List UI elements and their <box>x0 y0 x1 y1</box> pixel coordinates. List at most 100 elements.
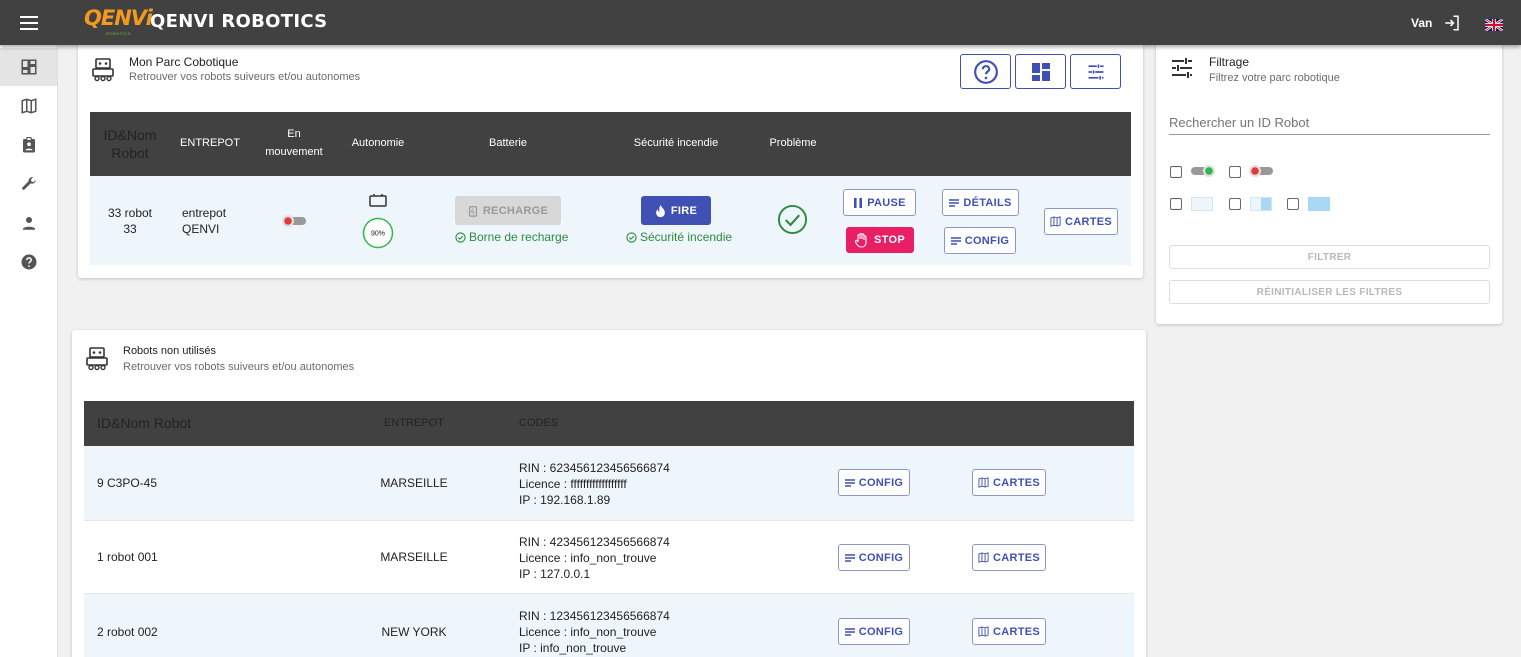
recharge-status-text: Borne de recharge <box>469 230 569 244</box>
moving-off-indicator <box>1249 165 1273 177</box>
unused-name: 2 robot 002 <box>97 625 158 639</box>
robot-entrepot-line1: entrepot <box>182 206 227 220</box>
filter-moving-checkbox[interactable] <box>1170 166 1182 178</box>
nav-profile[interactable] <box>0 204 57 242</box>
unused-col-id: ID&Nom Robot <box>97 415 192 431</box>
map-icon <box>978 626 989 637</box>
filter-title: Filtrage <box>1209 55 1250 69</box>
unused-config-label: CONFIG <box>858 625 904 638</box>
unused-cartes-label: CARTES <box>992 625 1041 638</box>
dashboard-layout-icon <box>1031 62 1050 81</box>
filter-color1-checkbox[interactable] <box>1170 198 1182 210</box>
notes-icon <box>844 627 855 636</box>
unused-name: 1 robot 001 <box>97 550 158 564</box>
unused-config-button[interactable]: CONFIG <box>838 469 910 496</box>
unused-rin: RIN : 123456123456566874 <box>519 609 670 623</box>
color-swatch-mixed <box>1250 197 1272 211</box>
nav-dashboard[interactable] <box>0 48 57 86</box>
layout-button[interactable] <box>1015 54 1066 89</box>
assignment-icon <box>22 136 35 153</box>
unused-title: Robots non utilisés <box>123 345 216 357</box>
unused-codes: RIN : 623456123456566874 Licence : fffff… <box>519 460 670 508</box>
autonomy-value: 90% <box>371 231 385 238</box>
cartes-button[interactable]: CARTES <box>1044 208 1118 235</box>
unused-config-label: CONFIG <box>858 551 904 564</box>
stop-button[interactable]: STOP <box>846 227 914 253</box>
robot-id-line1: 33 robot <box>107 206 153 220</box>
unused-subtitle: Retrouver vos robots suiveurs et/ou auto… <box>123 361 355 373</box>
brand-title: QENVI ROBOTICS <box>150 11 328 32</box>
unused-col-entrepot: ENTREPOT <box>384 417 444 429</box>
cartes-label: CARTES <box>1064 215 1113 228</box>
unused-rin: RIN : 623456123456566874 <box>519 461 670 475</box>
tune-icon <box>1172 58 1192 78</box>
config-button[interactable]: CONFIG <box>944 227 1016 254</box>
wrench-icon <box>21 177 36 190</box>
filter-color2-checkbox[interactable] <box>1229 198 1241 210</box>
fleet-title: Mon Parc Cobotique <box>129 55 239 69</box>
robot-icon <box>86 347 108 371</box>
tune-icon <box>1088 64 1103 79</box>
color-swatch-blue <box>1308 197 1330 211</box>
notes-icon <box>844 553 855 562</box>
filter-stopped-checkbox[interactable] <box>1229 166 1241 178</box>
recharge-button[interactable]: RECHARGE <box>455 196 561 225</box>
unused-cartes-label: CARTES <box>992 551 1041 564</box>
unused-cartes-button[interactable]: CARTES <box>972 618 1046 645</box>
filter-color3-checkbox[interactable] <box>1287 198 1299 210</box>
pause-label: PAUSE <box>867 196 906 209</box>
unused-cartes-button[interactable]: CARTES <box>972 469 1046 496</box>
details-button[interactable]: DÉTAILS <box>942 189 1019 216</box>
user-name: Van <box>1411 16 1433 30</box>
unused-entrepot: MARSEILLE <box>380 476 448 490</box>
settings-button[interactable] <box>1070 54 1121 89</box>
fire-status: Sécurité incendie <box>626 230 732 244</box>
unused-table-header <box>84 401 1134 446</box>
unused-cartes-button[interactable]: CARTES <box>972 544 1046 571</box>
logout-icon[interactable] <box>1443 14 1461 32</box>
unused-cartes-label: CARTES <box>992 476 1041 489</box>
stop-label: STOP <box>874 234 905 246</box>
col-entrepot: ENTREPOT <box>180 137 240 149</box>
unused-config-button[interactable]: CONFIG <box>838 544 910 571</box>
menu-icon[interactable] <box>20 16 38 30</box>
config-label: CONFIG <box>964 234 1010 247</box>
unused-codes: RIN : 123456123456566874 Licence : info_… <box>519 608 670 656</box>
nav-help[interactable] <box>0 243 57 281</box>
filter-button[interactable]: FILTRER <box>1169 245 1490 269</box>
unused-licence: Licence : info_non_trouve <box>519 551 657 565</box>
nav-assignment[interactable] <box>0 126 57 164</box>
map-icon <box>21 98 36 114</box>
nav-map[interactable] <box>0 87 57 125</box>
reset-filters-button[interactable]: RÉINITIALISER LES FILTRES <box>1169 280 1490 304</box>
unused-codes: RIN : 423456123456566874 Licence : info_… <box>519 534 670 582</box>
col-batterie: Batterie <box>489 137 527 149</box>
unused-config-button[interactable]: CONFIG <box>838 618 910 645</box>
recharge-status: Borne de recharge <box>455 230 568 244</box>
search-input[interactable] <box>1169 110 1490 135</box>
help-button[interactable] <box>960 54 1011 89</box>
movement-toggle[interactable] <box>281 214 307 228</box>
notes-icon <box>950 236 961 245</box>
help-circle-icon <box>973 59 998 84</box>
nav-maintenance[interactable] <box>0 165 57 203</box>
map-icon <box>1050 216 1061 227</box>
unused-ip: IP : info_non_trouve <box>519 641 627 655</box>
fleet-table-header <box>90 112 1131 176</box>
unused-ip: IP : 127.0.0.1 <box>519 567 591 581</box>
pause-icon <box>854 197 863 208</box>
robot-entrepot: entrepot QENVI <box>182 205 226 237</box>
col-id: ID&Nom Robot <box>103 127 157 161</box>
check-circle-icon <box>455 231 466 243</box>
recharge-label: RECHARGE <box>482 204 549 217</box>
unused-name: 9 C3PO-45 <box>97 476 158 490</box>
col-securite: Sécurité incendie <box>633 137 719 149</box>
fire-button[interactable]: FIRE <box>641 196 711 225</box>
uk-flag-icon[interactable] <box>1485 19 1503 31</box>
col-probleme: Problème <box>769 137 817 149</box>
pause-button[interactable]: PAUSE <box>843 189 916 216</box>
check-circle-icon <box>626 231 637 243</box>
moving-on-indicator <box>1191 165 1215 177</box>
autonomy-gauge: 90% <box>362 217 394 249</box>
col-mouvement: En mouvement <box>265 128 323 158</box>
